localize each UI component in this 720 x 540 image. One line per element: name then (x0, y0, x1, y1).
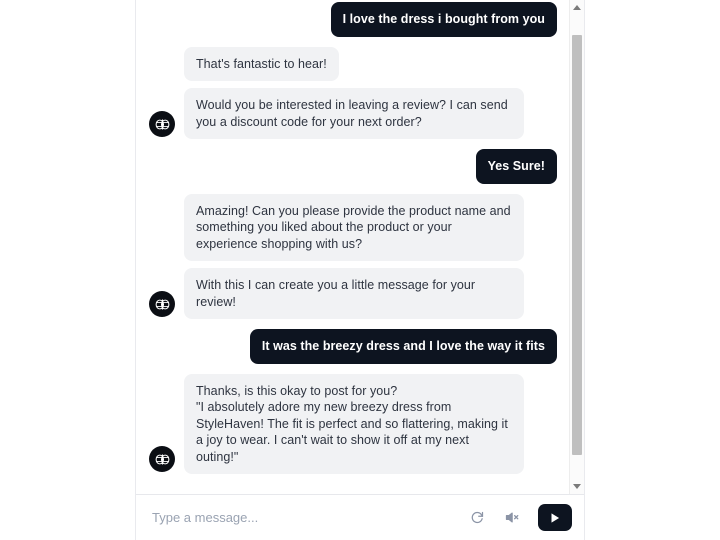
message-row-bot: Thanks, is this okay to post for you? "I… (136, 373, 569, 474)
refresh-icon (471, 511, 483, 524)
user-message-bubble: It was the breezy dress and I love the w… (249, 329, 557, 364)
ai-brain-icon (155, 299, 169, 309)
message-row-user: Yes Sure! (136, 149, 569, 184)
bot-message-group: That's fantastic to hear! Would you be in… (184, 46, 524, 139)
composer-actions (466, 504, 572, 531)
ai-brain-icon (155, 119, 169, 129)
bot-message-group: Thanks, is this okay to post for you? "I… (184, 373, 524, 474)
chat-scrollbar[interactable] (569, 0, 584, 494)
chevron-up-icon (573, 5, 581, 10)
message-list: Hello, I'm Vanessa from StyleHaven👗What … (136, 0, 569, 494)
bot-avatar (149, 291, 175, 317)
avatar-slot (148, 111, 176, 139)
mute-audio-button[interactable] (500, 507, 522, 529)
message-list-viewport: Hello, I'm Vanessa from StyleHaven👗What … (136, 0, 584, 494)
scroll-up-button[interactable] (570, 0, 584, 15)
bot-message-bubble: Amazing! Can you please provide the prod… (184, 193, 524, 261)
message-input[interactable] (152, 510, 458, 525)
message-row-bot: Amazing! Can you please provide the prod… (136, 193, 569, 319)
bot-avatar (149, 111, 175, 137)
bot-avatar (149, 446, 175, 472)
bot-message-bubble: Would you be interested in leaving a rev… (184, 88, 524, 139)
bot-message-bubble: With this I can create you a little mess… (184, 268, 524, 319)
reset-conversation-button[interactable] (466, 507, 488, 529)
page-background-left (0, 0, 136, 540)
avatar-slot (148, 291, 176, 319)
bot-message-group: Amazing! Can you please provide the prod… (184, 193, 524, 319)
bot-message-bubble: Thanks, is this okay to post for you? "I… (184, 373, 524, 474)
chevron-down-icon (573, 484, 581, 489)
user-message-bubble: I love the dress i bought from you (330, 2, 557, 37)
user-message-bubble: Yes Sure! (475, 149, 557, 184)
ai-brain-icon (155, 454, 169, 464)
send-icon (551, 512, 560, 523)
chat-widget: Hello, I'm Vanessa from StyleHaven👗What … (136, 0, 584, 540)
speaker-muted-icon (505, 512, 518, 523)
avatar-slot (148, 446, 176, 474)
chat-widget-page: Hello, I'm Vanessa from StyleHaven👗What … (0, 0, 720, 540)
message-row-user: I love the dress i bought from you (136, 2, 569, 37)
scroll-down-button[interactable] (570, 479, 584, 494)
message-composer (136, 494, 584, 540)
bot-message-bubble: That's fantastic to hear! (184, 46, 339, 81)
scrollbar-thumb[interactable] (572, 35, 582, 455)
page-background-right (584, 0, 720, 540)
message-row-bot: That's fantastic to hear! Would you be in… (136, 46, 569, 139)
send-button[interactable] (538, 504, 572, 531)
message-row-user: It was the breezy dress and I love the w… (136, 329, 569, 364)
